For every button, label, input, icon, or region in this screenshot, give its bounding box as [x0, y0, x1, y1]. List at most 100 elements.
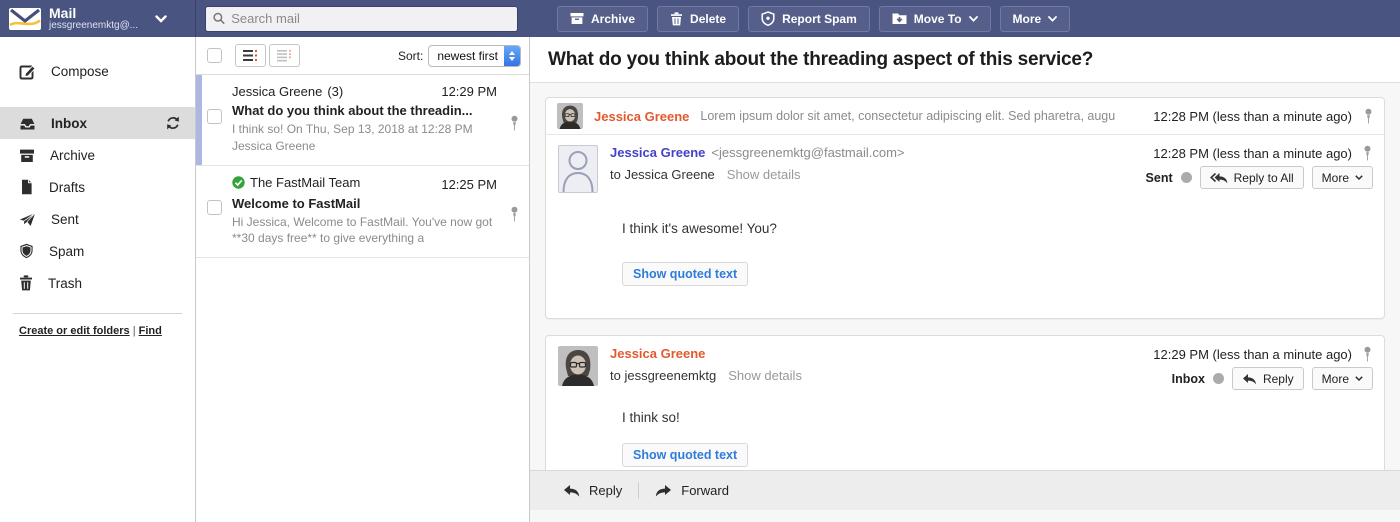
create-edit-folders-link[interactable]: Create or edit folders: [19, 325, 130, 337]
inbox-icon: [20, 118, 35, 129]
read-status-dot[interactable]: [1180, 172, 1192, 183]
show-details-link[interactable]: Show details: [727, 167, 801, 182]
more-button[interactable]: More: [999, 5, 1071, 32]
recipient-line: to jessgreenemktg Show details: [610, 368, 802, 383]
topbar: Mail jessgreenemktg@... Search mail Arch…: [0, 0, 1400, 37]
search-icon: [213, 12, 225, 25]
sidebar-item-archive[interactable]: Archive: [0, 139, 195, 171]
move-to-button[interactable]: Move To: [878, 5, 991, 32]
folder-move-icon: [892, 13, 907, 24]
sender-name-link[interactable]: Jessica Greene: [610, 145, 705, 160]
account-switcher[interactable]: Mail jessgreenemktg@...: [0, 0, 196, 37]
show-quoted-text-button[interactable]: Show quoted text: [622, 443, 749, 467]
report-spam-button-label: Report Spam: [782, 11, 857, 26]
verified-check-icon: [232, 175, 245, 189]
more-button-label: More: [1012, 11, 1042, 26]
footer-reply-button[interactable]: Reply: [563, 483, 622, 498]
conversation-snippet: I think so! On Thu, Sep 13, 2018 at 12:2…: [232, 122, 473, 153]
find-link[interactable]: Find: [139, 325, 162, 337]
link-separator: |: [132, 325, 136, 337]
reply-button[interactable]: Reply: [1231, 367, 1304, 390]
view-toggle: [235, 44, 300, 67]
sidebar-item-label: Archive: [50, 147, 96, 163]
conversation-checkbox[interactable]: [207, 199, 222, 215]
view-compact-button[interactable]: [269, 44, 300, 67]
avatar: [558, 346, 598, 386]
sidebar-item-label: Trash: [48, 275, 83, 291]
message-body: I think it's awesome! You?: [622, 221, 777, 236]
collapsed-snippet: Lorem ipsum dolor sit amet, consectetur …: [700, 109, 1116, 123]
search-input[interactable]: [231, 11, 510, 26]
more-actions-button[interactable]: More: [1311, 367, 1373, 390]
compose-icon: [19, 64, 36, 79]
message-header-left: Jessica Greene to jessgreenemktg Show de…: [610, 346, 802, 390]
compose-button[interactable]: Compose: [0, 55, 195, 87]
sidebar-footer-links: Create or edit folders | Find: [0, 314, 195, 337]
conversation-checkbox[interactable]: [207, 109, 222, 124]
sidebar-item-drafts[interactable]: Drafts: [0, 171, 195, 203]
message-list-toolbar: Sort: newest first: [196, 37, 529, 75]
conversation-row-1[interactable]: Jessica Greene (3) 12:29 PM What do you …: [196, 75, 529, 166]
select-all-checkbox[interactable]: [207, 48, 222, 63]
delete-button[interactable]: Delete: [657, 5, 740, 32]
sidebar-item-spam[interactable]: Spam: [0, 235, 195, 267]
pin-icon[interactable]: [509, 206, 520, 222]
pin-icon[interactable]: [509, 115, 520, 131]
chevron-down-icon: [155, 14, 167, 23]
show-details-link[interactable]: Show details: [728, 368, 802, 383]
actions-line: Inbox Reply More: [1153, 367, 1373, 390]
conversation-sender: Jessica Greene: [232, 84, 323, 99]
thread-scroll-area[interactable]: Jessica Greene Lorem ipsum dolor sit ame…: [530, 83, 1400, 470]
report-spam-button[interactable]: Report Spam: [748, 5, 870, 32]
sidebar-item-label: Inbox: [51, 115, 87, 131]
move-to-button-label: Move To: [913, 11, 962, 26]
conversation-subject: Welcome to FastMail: [232, 195, 361, 211]
time-line: 12:28 PM (less than a minute ago): [1146, 145, 1373, 161]
sender-photo-avatar: [557, 103, 583, 129]
sort-area: Sort: newest first: [398, 44, 521, 67]
conversation-sender: The FastMail Team: [232, 175, 360, 190]
account-email: jessgreenemktg@...: [49, 19, 139, 31]
sidebar-item-sent[interactable]: Sent: [0, 203, 195, 235]
drafts-icon: [22, 179, 32, 195]
reply-to-all-button[interactable]: Reply to All: [1199, 166, 1304, 189]
actions-line: Sent Reply to All More: [1146, 166, 1373, 189]
person-silhouette-icon: [559, 146, 597, 192]
collapsed-sender-name[interactable]: Jessica Greene: [594, 109, 689, 124]
archive-button[interactable]: Archive: [557, 5, 649, 32]
search-box: [205, 5, 518, 32]
show-quoted-text-button[interactable]: Show quoted text: [622, 262, 749, 286]
pin-icon[interactable]: [1362, 346, 1373, 362]
sidebar-item-label: Sent: [51, 211, 79, 227]
sender-line: Jessica Greene <jessgreenemktg@fastmail.…: [610, 145, 905, 160]
collapsed-message[interactable]: Jessica Greene Lorem ipsum dolor sit ame…: [546, 98, 1384, 135]
refresh-icon[interactable]: [165, 115, 181, 131]
select-stepper-icon: [504, 45, 520, 66]
message-list: Sort: newest first Jessica Greene (3) 12…: [196, 37, 530, 522]
search-area: [196, 0, 530, 37]
footer-forward-label: Forward: [681, 483, 729, 498]
conversation-row-2[interactable]: The FastMail Team 12:25 PM Welcome to Fa…: [196, 166, 529, 259]
archive-button-label: Archive: [591, 11, 636, 26]
sender-name-link[interactable]: Jessica Greene: [610, 346, 705, 361]
message-header: Jessica Greene <jessgreenemktg@fastmail.…: [546, 135, 1384, 197]
sidebar-item-trash[interactable]: Trash: [0, 267, 195, 299]
conversation-count: (3): [327, 84, 344, 99]
footer-forward-button[interactable]: Forward: [655, 483, 729, 498]
reply-label: Reply: [1262, 371, 1294, 386]
message-card-1: Jessica Greene Lorem ipsum dolor sit ame…: [545, 97, 1385, 319]
sort-select[interactable]: newest first: [428, 44, 521, 67]
forward-icon: [656, 485, 672, 497]
pin-icon[interactable]: [1363, 108, 1374, 124]
mail-logo-icon: [9, 7, 41, 30]
conversation-meta: The FastMail Team 12:25 PM: [232, 175, 521, 192]
more-actions-button[interactable]: More: [1311, 166, 1373, 189]
read-status-dot[interactable]: [1212, 373, 1224, 384]
pin-icon[interactable]: [1362, 145, 1373, 161]
view-expanded-button[interactable]: [235, 44, 266, 67]
delete-button-label: Delete: [690, 11, 727, 26]
avatar: [557, 103, 583, 129]
sidebar-item-inbox[interactable]: Inbox: [0, 107, 195, 139]
trash-icon: [671, 11, 683, 25]
folder-badge: Inbox: [1171, 371, 1205, 386]
